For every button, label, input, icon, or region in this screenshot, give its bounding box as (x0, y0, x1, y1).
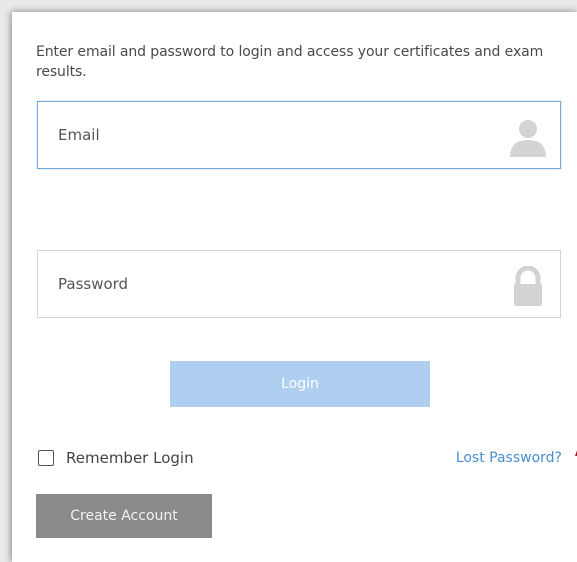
email-input[interactable] (38, 102, 560, 168)
remember-login-label: Remember Login (66, 449, 194, 467)
password-field[interactable] (37, 250, 561, 318)
create-account-button[interactable]: Create Account (36, 494, 212, 538)
lock-icon (508, 265, 548, 306)
pointer-arrow-icon (575, 450, 577, 456)
remember-login[interactable]: Remember Login (38, 448, 194, 468)
user-icon (508, 117, 548, 157)
email-field[interactable] (37, 101, 561, 169)
lost-password-link[interactable]: Lost Password? (456, 448, 562, 468)
login-instructions: Enter email and password to login and ac… (36, 44, 544, 80)
login-panel: Enter email and password to login and ac… (12, 12, 577, 562)
login-button[interactable]: Login (170, 361, 430, 407)
remember-login-checkbox[interactable] (38, 450, 54, 466)
password-input[interactable] (38, 251, 560, 317)
